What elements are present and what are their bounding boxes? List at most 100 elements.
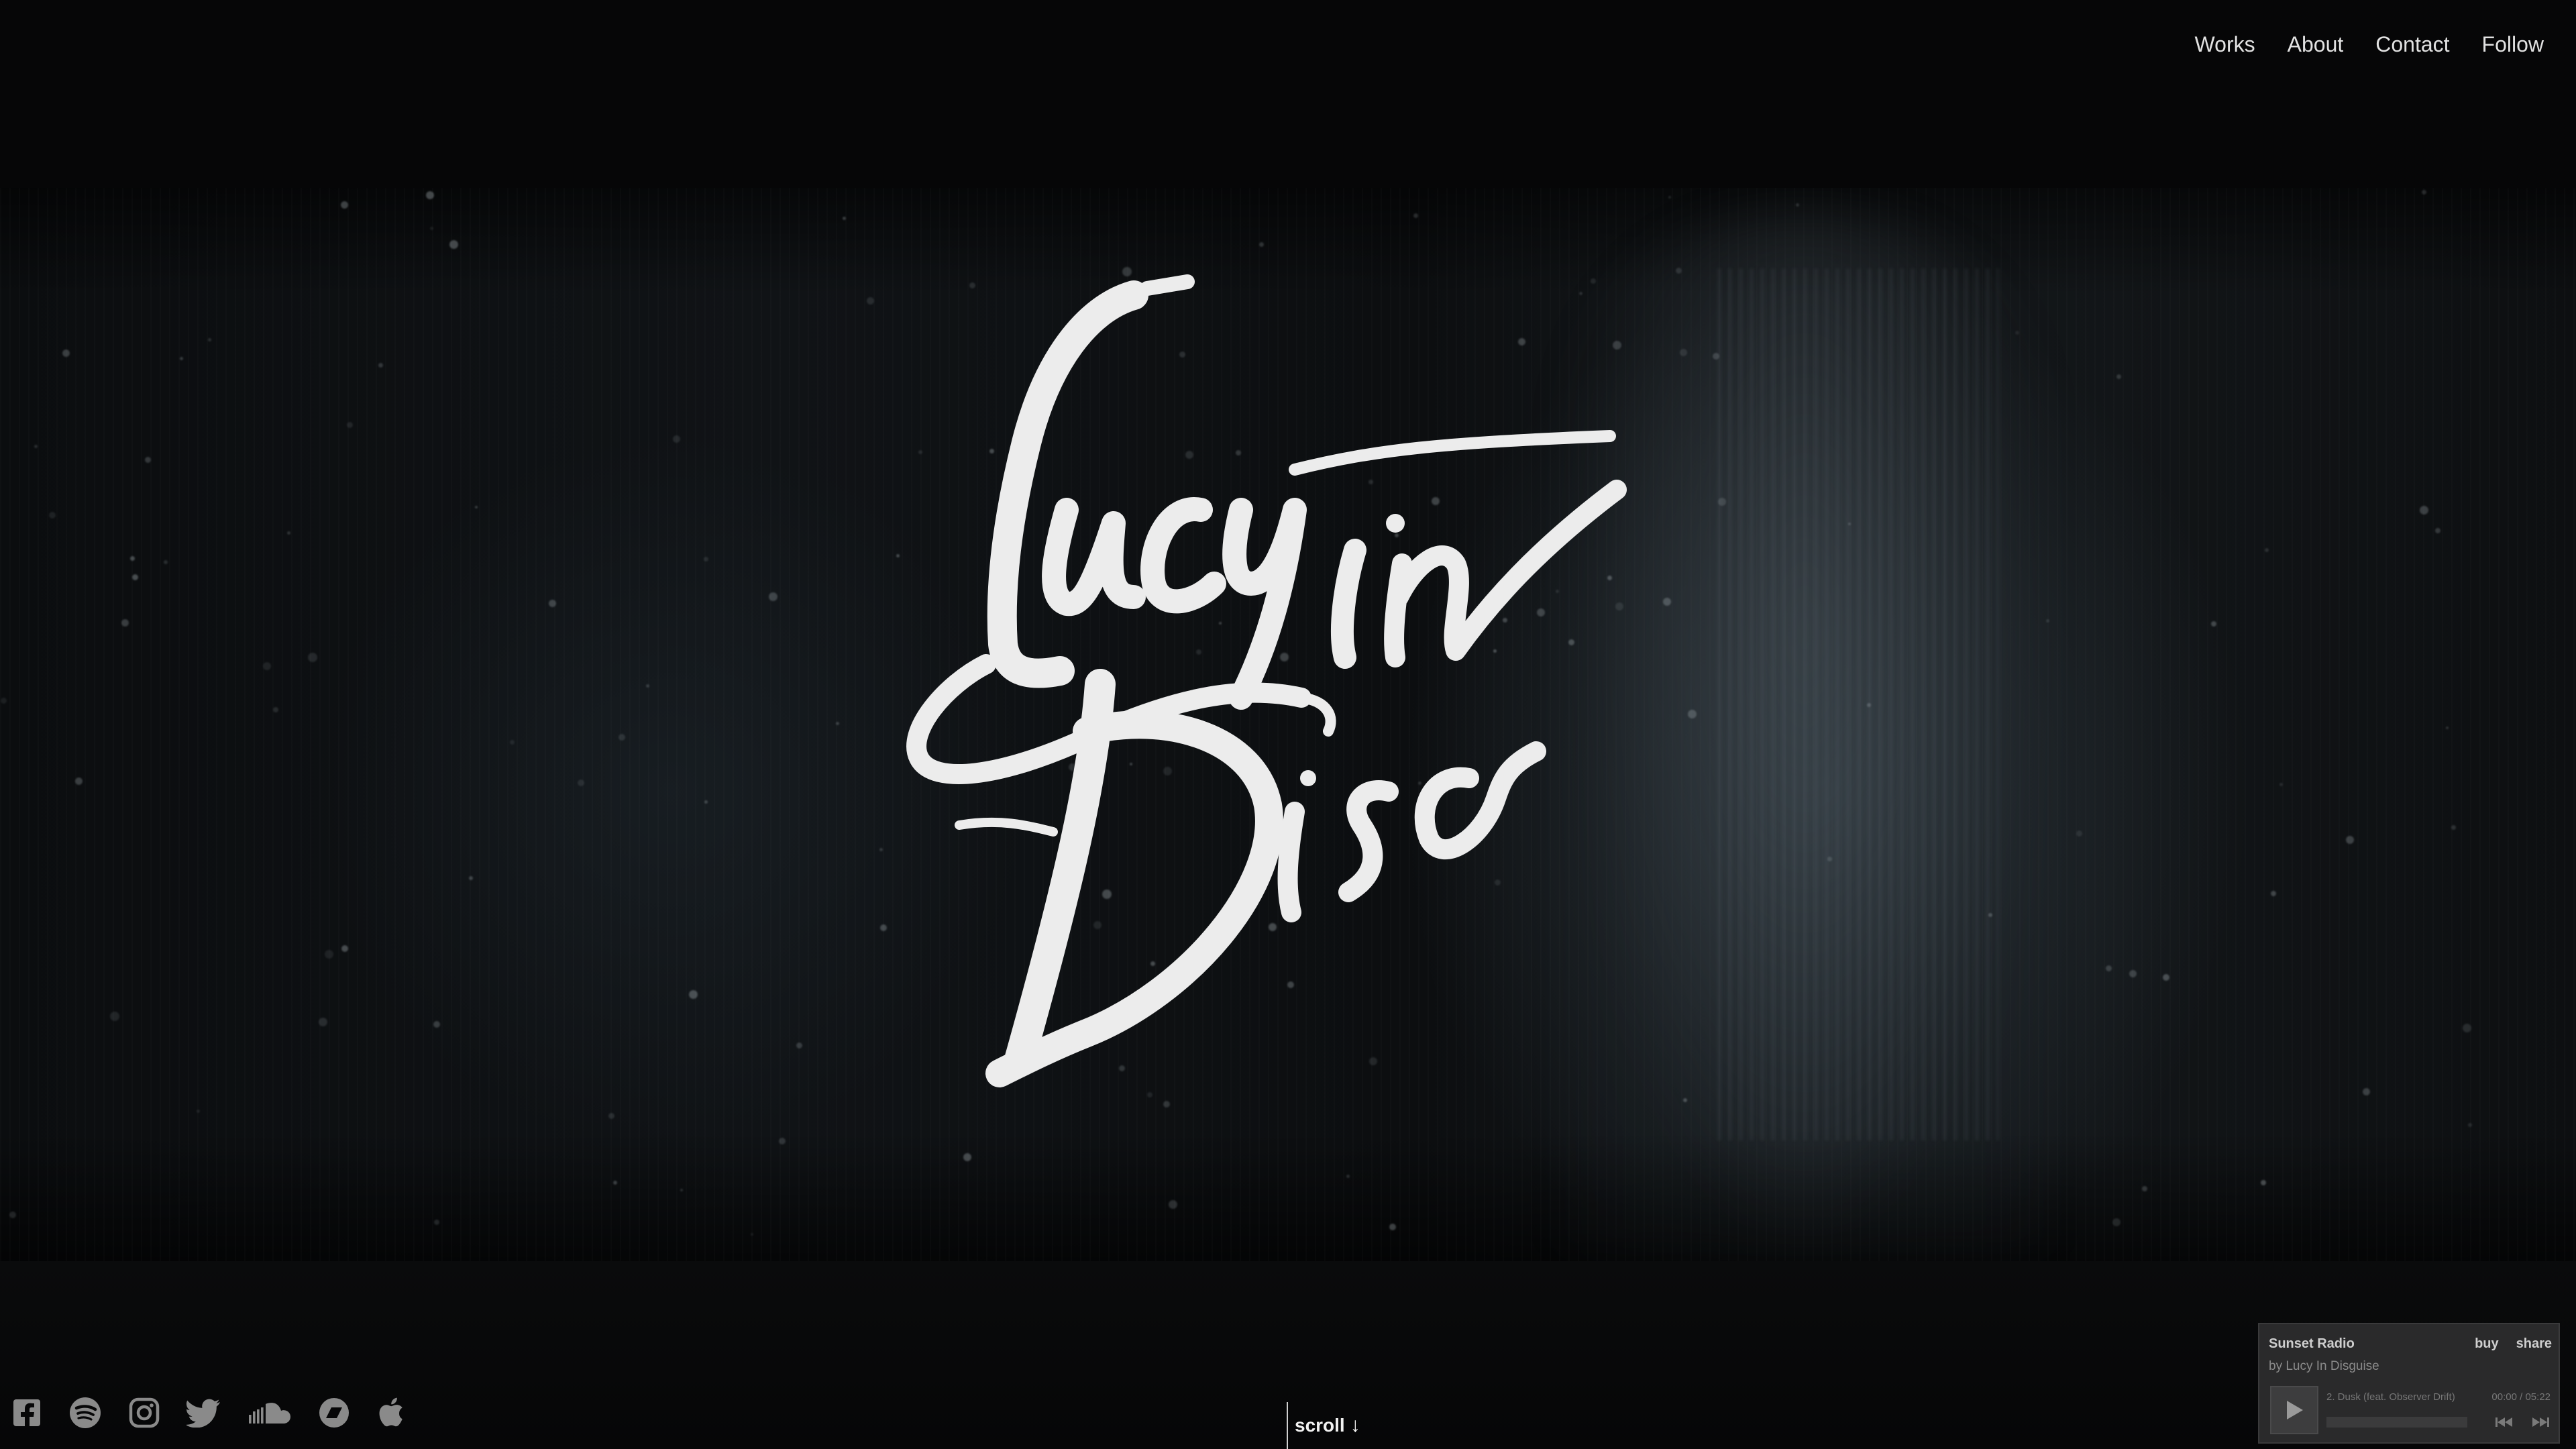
rain-droplet (273, 707, 278, 712)
page: Works About Contact Follow scroll ↓ Suns… (0, 0, 2576, 1449)
nav-works[interactable]: Works (2179, 28, 2271, 60)
rain-droplet (510, 740, 515, 745)
spotify-icon[interactable] (68, 1396, 102, 1430)
rain-droplet (75, 777, 83, 785)
rain-droplet (704, 557, 708, 561)
rain-droplet (1169, 1200, 1177, 1209)
instagram-icon[interactable] (129, 1397, 160, 1428)
rain-droplet (1413, 213, 1418, 218)
rain-droplet (449, 240, 458, 249)
rain-droplet (1389, 1224, 1396, 1230)
rain-droplet (2422, 190, 2426, 195)
rain-droplet (1663, 598, 1671, 606)
rain-droplet (779, 1138, 786, 1144)
rain-droplet (1688, 710, 1697, 718)
rain-droplet (34, 445, 38, 448)
play-icon (2287, 1401, 2303, 1419)
main-navigation: Works About Contact Follow (2179, 28, 2544, 60)
rain-droplet (208, 338, 211, 341)
rain-droplet (2076, 830, 2082, 837)
rain-droplet (287, 531, 290, 535)
rain-droplet (2363, 1088, 2370, 1095)
skip-forward-icon (2532, 1417, 2549, 1427)
apple-icon[interactable] (377, 1397, 404, 1428)
rain-droplet (843, 217, 846, 220)
rain-droplet (121, 619, 129, 627)
rain-droplet (2265, 548, 2269, 552)
rain-droplet (49, 512, 56, 519)
rain-droplet (2116, 374, 2121, 379)
rain-droplet (2112, 1218, 2121, 1226)
rain-droplet (164, 560, 168, 564)
scroll-label: scroll (1295, 1415, 1345, 1436)
rain-droplet (430, 227, 433, 230)
rain-droplet (1988, 913, 1992, 917)
rain-droplet (1796, 203, 1799, 207)
rain-droplet (619, 734, 625, 741)
rain-droplet (2279, 783, 2283, 786)
rain-droplet (2435, 528, 2440, 533)
rain-droplet (2046, 619, 2049, 623)
buy-button[interactable]: buy (2475, 1336, 2499, 1352)
player-actions: buy share (2475, 1336, 2552, 1352)
nav-contact[interactable]: Contact (2359, 28, 2465, 60)
rain-droplet (2163, 974, 2169, 981)
rain-droplet (263, 662, 271, 670)
rain-droplet (197, 1110, 200, 1113)
rain-droplet (673, 435, 680, 443)
rain-droplet (1680, 349, 1687, 356)
rain-droplet (475, 506, 478, 508)
rain-droplet (608, 1113, 614, 1119)
lucy-in-disguise-logo (906, 274, 1627, 1087)
rain-droplet (2451, 825, 2456, 830)
rain-droplet (1346, 1175, 1350, 1178)
rain-droplet (341, 201, 348, 209)
rain-droplet (341, 945, 348, 952)
rain-droplet (689, 990, 698, 999)
rain-droplet (378, 363, 383, 368)
rain-droplet (433, 1021, 440, 1028)
twitter-icon[interactable] (186, 1398, 221, 1428)
rain-droplet (2142, 1186, 2147, 1191)
player-album-title[interactable]: Sunset Radio (2269, 1336, 2355, 1352)
rain-droplet (2106, 965, 2112, 971)
rain-droplet (319, 1018, 327, 1026)
rain-droplet (796, 1042, 802, 1049)
player-progress-bar[interactable] (2326, 1417, 2467, 1428)
next-track-button[interactable] (2532, 1417, 2549, 1431)
rain-droplet (308, 653, 317, 662)
previous-track-button[interactable] (2496, 1417, 2513, 1431)
rain-droplet (1713, 353, 1719, 360)
player-track-time: 00:00 / 05:22 (2491, 1391, 2551, 1403)
rain-droplet (469, 876, 473, 880)
rain-droplet (2468, 1123, 2472, 1127)
social-links (12, 1395, 431, 1430)
rain-droplet (2211, 621, 2216, 627)
play-button[interactable] (2270, 1386, 2318, 1434)
rain-droplet (1848, 523, 1851, 525)
soundcloud-icon[interactable] (248, 1401, 291, 1424)
scroll-hint[interactable]: scroll ↓ (1287, 1402, 1360, 1449)
rain-droplet (110, 1012, 119, 1021)
rain-droplet (704, 800, 708, 804)
rain-droplet (2463, 1024, 2471, 1032)
rain-droplet (347, 422, 353, 428)
rain-droplet (578, 780, 584, 786)
rain-droplet (132, 574, 138, 580)
rain-droplet (1683, 1098, 1687, 1102)
rain-droplet (434, 1220, 439, 1225)
rain-droplet (2129, 970, 2137, 977)
rain-droplet (836, 722, 839, 725)
rain-droplet (180, 357, 183, 360)
share-button[interactable]: share (2516, 1336, 2552, 1352)
player-artist[interactable]: by Lucy In Disguise (2269, 1359, 2379, 1374)
facebook-icon[interactable] (12, 1398, 42, 1428)
rain-droplet (2446, 727, 2449, 729)
rain-droplet (62, 350, 70, 357)
rain-droplet (426, 191, 434, 199)
bandcamp-icon[interactable] (318, 1397, 350, 1429)
rain-droplet (1867, 703, 1871, 707)
nav-about[interactable]: About (2271, 28, 2360, 60)
nav-follow[interactable]: Follow (2466, 28, 2544, 60)
rain-droplet (1, 698, 7, 704)
